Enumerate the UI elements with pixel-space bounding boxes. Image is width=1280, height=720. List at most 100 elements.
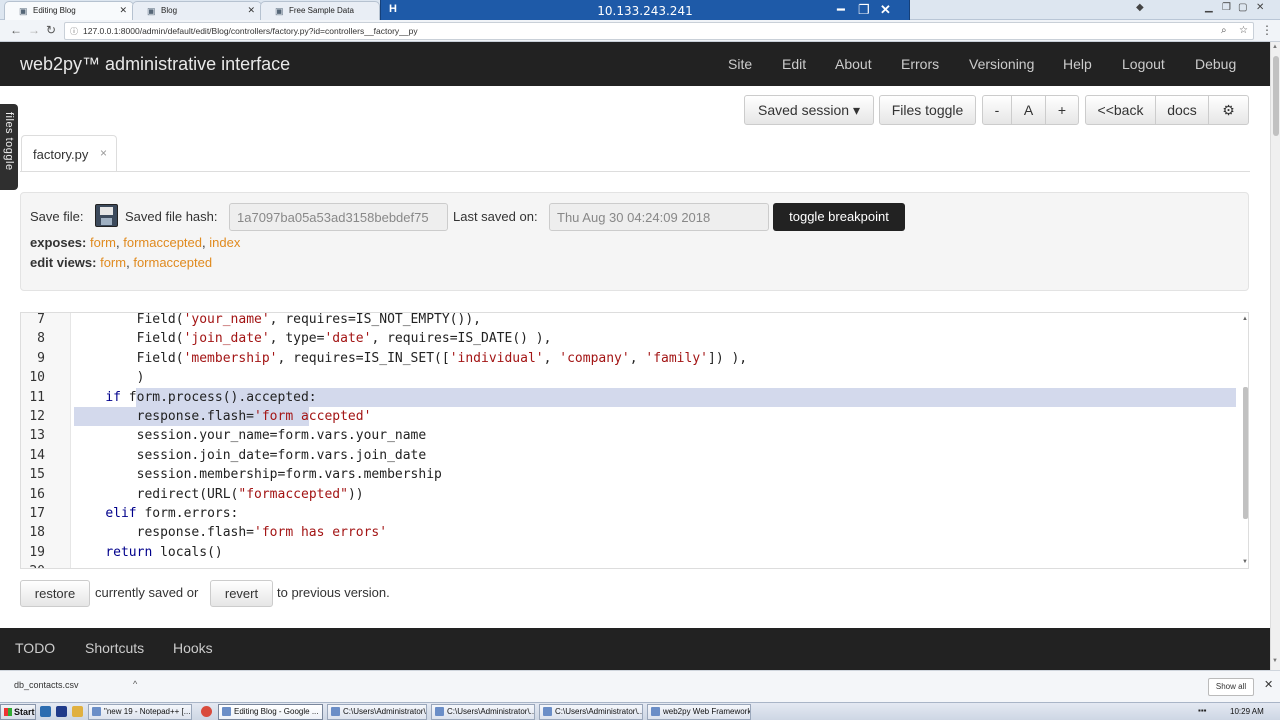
save-floppy-icon[interactable] — [95, 204, 118, 227]
code-text[interactable]: Field('join_date', type='date', requires… — [74, 329, 552, 348]
view-link-form[interactable]: form — [100, 255, 126, 270]
scroll-down-icon[interactable]: ▼ — [1242, 559, 1248, 565]
settings-gear-icon[interactable]: ⚙ — [1208, 95, 1249, 125]
taskbar-item-notepad[interactable]: "new 19 - Notepad++ [... — [88, 704, 192, 720]
menu-about[interactable]: About — [835, 56, 872, 72]
close-icon[interactable]: ✕ — [119, 5, 127, 16]
chevron-up-icon[interactable]: ^ — [133, 679, 137, 689]
menu-icon[interactable]: ⋮ — [1261, 23, 1273, 37]
maximize-icon[interactable]: ▢ — [1238, 2, 1247, 13]
footer-shortcuts[interactable]: Shortcuts — [85, 640, 144, 656]
menu-versioning[interactable]: Versioning — [969, 56, 1034, 72]
font-reset-button[interactable]: A — [1011, 95, 1046, 125]
view-link-formaccepted[interactable]: formaccepted — [133, 255, 212, 270]
code-line[interactable]: 13 session.your_name=form.vars.your_name — [21, 426, 1236, 445]
code-line[interactable]: 8 Field('join_date', type='date', requir… — [21, 329, 1236, 348]
close-icon[interactable]: × — [100, 146, 107, 160]
code-line[interactable]: 17 elif form.errors: — [21, 504, 1236, 523]
saved-hash-field[interactable]: 1a7097ba05a53ad3158bebdef75 — [229, 203, 448, 231]
code-line[interactable]: 10 ) — [21, 368, 1236, 387]
code-line[interactable]: 15 session.membership=form.vars.membersh… — [21, 465, 1236, 484]
download-item[interactable]: db_contacts.csv — [14, 680, 79, 690]
scrollbar-thumb[interactable] — [1273, 56, 1279, 136]
restore-button[interactable]: restore — [20, 580, 90, 607]
scroll-up-icon[interactable]: ▲ — [1272, 44, 1278, 50]
file-tab-factory[interactable]: factory.py × — [21, 135, 117, 172]
code-text[interactable]: elif form.errors: — [74, 504, 238, 523]
menu-logout[interactable]: Logout — [1122, 56, 1165, 72]
code-text[interactable]: session.your_name=form.vars.your_name — [74, 426, 427, 445]
browser-tab-free-sample-data[interactable]: ▣ Free Sample Data — [260, 1, 380, 20]
taskbar-item-web2py[interactable]: web2py Web Framework — [647, 704, 751, 720]
code-text[interactable]: session.membership=form.vars.membership — [74, 465, 442, 484]
code-text[interactable]: response.flash='form has errors' — [74, 523, 387, 542]
close-window-icon[interactable]: ✕ — [1256, 2, 1264, 13]
minimize-icon[interactable]: ▁ — [1205, 2, 1213, 13]
font-decrease-button[interactable]: - — [982, 95, 1012, 125]
code-text[interactable]: session.join_date=form.vars.join_date — [74, 446, 427, 465]
powershell-icon[interactable] — [56, 706, 67, 717]
scroll-down-icon[interactable]: ▼ — [1272, 658, 1278, 664]
menu-errors[interactable]: Errors — [901, 56, 939, 72]
font-increase-button[interactable]: + — [1045, 95, 1079, 125]
taskbar-item-folder-3[interactable]: C:\Users\Administrator\... — [539, 704, 643, 720]
expose-link-formaccepted[interactable]: formaccepted — [123, 235, 202, 250]
last-saved-field[interactable]: Thu Aug 30 04:24:09 2018 — [549, 203, 769, 231]
docs-button[interactable]: docs — [1155, 95, 1209, 125]
menu-help[interactable]: Help — [1063, 56, 1092, 72]
code-line[interactable]: 16 redirect(URL("formaccepted")) — [21, 485, 1236, 504]
system-tray-icons[interactable]: ▪▪▪ — [1198, 706, 1207, 715]
back-button[interactable]: <<back — [1085, 95, 1156, 125]
menu-site[interactable]: Site — [728, 56, 752, 72]
code-text[interactable]: response.flash='form accepted' — [74, 407, 372, 426]
chrome-icon[interactable] — [201, 706, 212, 717]
footer-todo[interactable]: TODO — [15, 640, 55, 656]
expose-link-form[interactable]: form — [90, 235, 116, 250]
code-editor[interactable]: ▲ ▼ 7 Field('your_name', requires=IS_NOT… — [20, 312, 1249, 569]
code-text[interactable]: if form.process().accepted: — [74, 388, 316, 407]
code-text[interactable]: ) — [74, 368, 145, 387]
revert-button[interactable]: revert — [210, 580, 273, 607]
close-icon[interactable]: ✕ — [1264, 678, 1273, 691]
code-text[interactable]: redirect(URL("formaccepted")) — [74, 485, 364, 504]
close-icon[interactable]: ✕ — [880, 2, 891, 18]
brand-title[interactable]: web2py™ administrative interface — [20, 54, 290, 75]
close-icon[interactable]: ✕ — [247, 5, 255, 16]
toggle-breakpoint-button[interactable]: toggle breakpoint — [773, 203, 905, 231]
code-line[interactable]: 14 session.join_date=form.vars.join_date — [21, 446, 1236, 465]
menu-edit[interactable]: Edit — [782, 56, 806, 72]
restore-icon[interactable]: ❐ — [858, 2, 870, 18]
reload-icon[interactable]: ↻ — [46, 23, 56, 37]
files-toggle-button[interactable]: Files toggle — [879, 95, 976, 125]
code-text[interactable]: Field('your_name', requires=IS_NOT_EMPTY… — [74, 313, 481, 329]
search-icon[interactable]: ⌕ — [1221, 25, 1227, 36]
user-icon[interactable]: ◆ — [1136, 2, 1144, 13]
server-manager-icon[interactable] — [40, 706, 51, 717]
taskbar-item-folder-1[interactable]: C:\Users\Administrator\... — [327, 704, 427, 720]
files-toggle-side-tab[interactable]: files toggle — [0, 104, 18, 190]
restore-icon[interactable]: ❐ — [1222, 2, 1231, 13]
code-text[interactable]: return locals() — [74, 543, 222, 562]
expose-link-index[interactable]: index — [209, 235, 240, 250]
code-line[interactable]: 11 if form.process().accepted: — [21, 387, 1236, 407]
star-icon[interactable]: ☆ — [1239, 25, 1248, 36]
back-arrow-icon[interactable]: ← — [10, 23, 22, 37]
scroll-up-icon[interactable]: ▲ — [1242, 316, 1248, 322]
browser-tab-editing-blog[interactable]: ▣ Editing Blog ✕ — [4, 1, 134, 20]
code-line[interactable]: 19 return locals() — [21, 543, 1236, 562]
url-field[interactable]: ⓘ 127.0.0.1:8000/admin/default/edit/Blog… — [64, 22, 1254, 40]
show-all-button[interactable]: Show all — [1208, 678, 1254, 696]
scrollbar-thumb[interactable] — [1243, 387, 1248, 519]
footer-hooks[interactable]: Hooks — [173, 640, 213, 656]
code-line[interactable]: 9 Field('membership', requires=IS_IN_SET… — [21, 349, 1236, 368]
editor-scrollbar[interactable]: ▲ ▼ — [1240, 313, 1248, 568]
code-line[interactable]: 7 Field('your_name', requires=IS_NOT_EMP… — [21, 313, 1236, 329]
taskbar-item-folder-2[interactable]: C:\Users\Administrator\... — [431, 704, 535, 720]
code-line[interactable]: 18 response.flash='form has errors' — [21, 523, 1236, 542]
code-text[interactable]: Field('membership', requires=IS_IN_SET([… — [74, 349, 748, 368]
minimize-icon[interactable]: ━ — [837, 2, 845, 18]
menu-debug[interactable]: Debug — [1195, 56, 1236, 72]
page-scrollbar[interactable]: ▲ ▼ — [1270, 42, 1280, 670]
start-button[interactable]: Start — [0, 704, 36, 720]
code-line[interactable]: 12 response.flash='form accepted' — [21, 407, 1236, 426]
